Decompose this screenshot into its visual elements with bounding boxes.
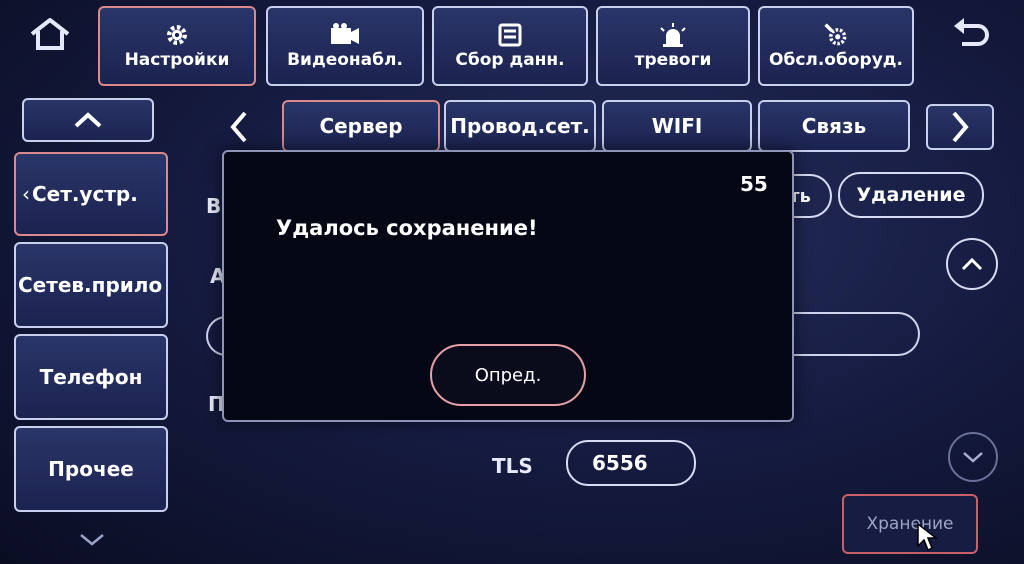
- sidebar-item-label: Прочее: [48, 457, 134, 481]
- chevron-up-icon: [961, 257, 983, 271]
- cursor-icon: [917, 522, 938, 552]
- maintenance-icon: [824, 23, 847, 46]
- sidebar-item-label: Сет.устр.: [32, 182, 138, 206]
- tab-wired-net-label: Провод.сет.: [450, 114, 590, 138]
- sidebar-scroll-up[interactable]: [22, 98, 154, 142]
- tab-wifi-label: WIFI: [651, 114, 703, 138]
- chevron-down-icon: [963, 452, 983, 463]
- partially-hidden-label-b: В: [206, 194, 222, 218]
- home-icon: [30, 18, 70, 50]
- gear-icon: [167, 25, 187, 45]
- sidebar-item-network-apps[interactable]: Сетев.прило: [14, 242, 168, 328]
- partially-hidden-input-right[interactable]: [790, 312, 920, 356]
- nav-alarms-label: тревоги: [634, 50, 712, 70]
- dialog-countdown: 55: [740, 172, 768, 196]
- save-button[interactable]: Хранение: [842, 494, 978, 554]
- camera-icon: [331, 23, 359, 44]
- delete-button-label: Удаление: [856, 184, 966, 206]
- sidebar-item-label: Сетев.прило: [18, 273, 163, 297]
- nav-data-label: Сбор данн.: [455, 50, 565, 70]
- nav-settings[interactable]: Настройки: [98, 6, 256, 86]
- nav-video[interactable]: Видеонабл.: [266, 6, 424, 86]
- tab-wired-net[interactable]: Провод.сет.: [444, 100, 596, 152]
- nav-alarms[interactable]: тревоги: [596, 6, 750, 86]
- tab-connection-label: Связь: [801, 114, 867, 138]
- scroll-up-button[interactable]: [946, 238, 998, 290]
- tls-label: TLS: [492, 454, 533, 478]
- tls-port-value: 6556: [592, 451, 648, 475]
- back-arrow-icon: [954, 18, 989, 46]
- chevron-up-icon: [74, 112, 102, 128]
- chevron-right-icon: [952, 111, 969, 143]
- data-icon: [498, 23, 522, 47]
- chevron-left-small-icon: ‹: [22, 182, 30, 206]
- home-button[interactable]: [12, 6, 88, 62]
- nav-maintenance-label: Обсл.оборуд.: [769, 50, 903, 70]
- tab-connection[interactable]: Связь: [758, 100, 910, 152]
- tab-wifi[interactable]: WIFI: [602, 100, 752, 152]
- alarm-icon: [660, 23, 686, 47]
- nav-data[interactable]: Сбор данн.: [432, 6, 588, 86]
- dialog-ok-button[interactable]: Опред.: [430, 344, 586, 406]
- save-button-label: Хранение: [866, 514, 954, 534]
- tls-port-input[interactable]: 6556: [566, 440, 696, 486]
- delete-button[interactable]: Удаление: [838, 172, 984, 218]
- sidebar-item-other[interactable]: Прочее: [14, 426, 168, 512]
- tab-prev[interactable]: [208, 104, 270, 150]
- dialog-ok-label: Опред.: [474, 364, 542, 386]
- dialog-message: Удалось сохранение!: [276, 216, 538, 240]
- chevron-down-icon: [80, 534, 104, 546]
- tab-next[interactable]: [926, 104, 994, 150]
- sidebar-scroll-down[interactable]: [60, 524, 124, 554]
- chevron-left-icon: [230, 111, 247, 143]
- sidebar-item-label: Телефон: [39, 365, 143, 389]
- sidebar-item-network-device[interactable]: ‹ Сет.устр.: [14, 152, 168, 236]
- save-result-dialog: 55 Удалось сохранение! Опред.: [222, 150, 794, 422]
- tab-server[interactable]: Сервер: [282, 100, 440, 152]
- nav-video-label: Видеонабл.: [287, 50, 403, 70]
- tab-server-label: Сервер: [319, 114, 403, 138]
- scroll-down-button[interactable]: [948, 432, 998, 482]
- sidebar-item-phone[interactable]: Телефон: [14, 334, 168, 420]
- back-button[interactable]: [934, 6, 1010, 62]
- nav-settings-label: Настройки: [124, 50, 230, 70]
- nav-maintenance[interactable]: Обсл.оборуд.: [758, 6, 914, 86]
